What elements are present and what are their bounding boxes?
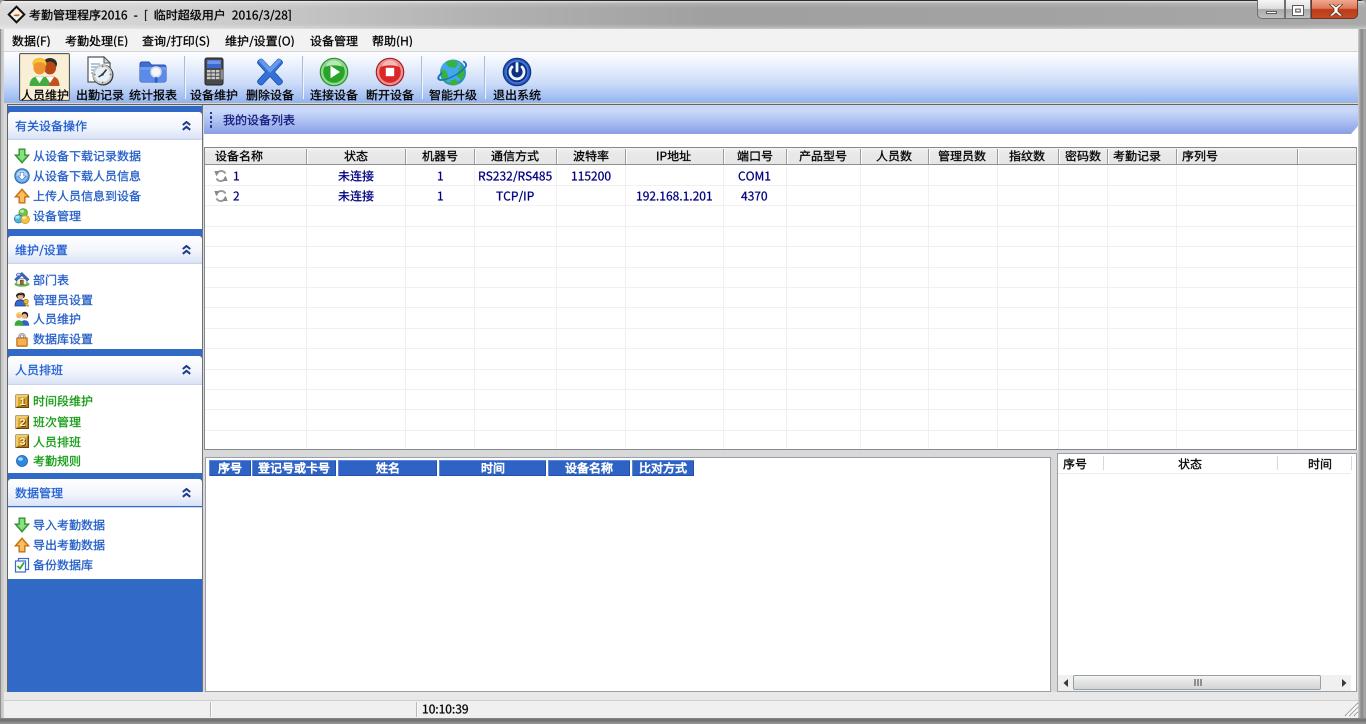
svg-text:1: 1 — [19, 396, 25, 408]
svg-text:2: 2 — [19, 417, 25, 429]
svg-text:3: 3 — [19, 436, 25, 448]
